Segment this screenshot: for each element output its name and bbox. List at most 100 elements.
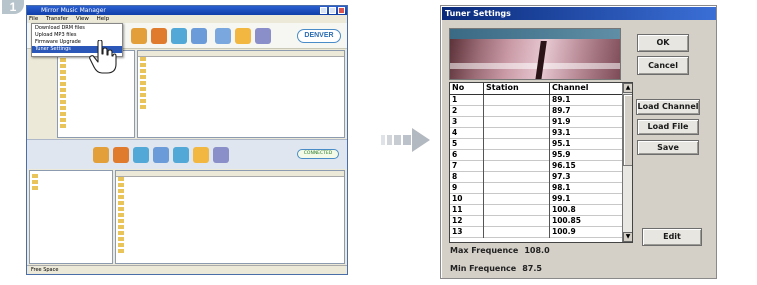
- minimize-icon[interactable]: [320, 7, 327, 14]
- table-row[interactable]: 12 100.85: [450, 216, 622, 227]
- menu-item-upload[interactable]: Upload MP3 files: [35, 32, 119, 39]
- dialog-title-bar: Tuner Settings: [442, 7, 716, 20]
- close-icon[interactable]: [338, 7, 345, 14]
- window-title-bar: Mirror Music Manager: [27, 6, 347, 15]
- transfer-icon[interactable]: [213, 147, 229, 163]
- cell-station: [484, 95, 550, 106]
- scroll-up-icon[interactable]: ▲: [623, 83, 632, 93]
- transfer-icon[interactable]: [133, 147, 149, 163]
- cell-station: [484, 172, 550, 183]
- cell-channel: 98.1: [552, 183, 571, 192]
- cell-no: 12: [450, 216, 484, 227]
- transfer-icon[interactable]: [193, 147, 209, 163]
- table-header: No Station Channel: [450, 83, 622, 95]
- scroll-thumb[interactable]: [623, 94, 632, 166]
- tool-icon[interactable]: [255, 28, 271, 44]
- cell-no: 11: [450, 205, 484, 216]
- menu-help[interactable]: Help: [97, 16, 110, 22]
- cell-channel: 96.15: [552, 161, 576, 170]
- cell-station: [484, 139, 550, 150]
- tool-icon[interactable]: [171, 28, 187, 44]
- column-header-no[interactable]: No: [450, 83, 484, 95]
- table-row[interactable]: 3 91.9: [450, 117, 622, 128]
- min-frequency-value: 87.5: [522, 264, 542, 273]
- table-row[interactable]: 8 97.3: [450, 172, 622, 183]
- table-row[interactable]: 1 89.1: [450, 95, 622, 106]
- channel-table[interactable]: No Station Channel 1 89.1 2 89.7 3 91.9 4 93.1 5…: [449, 82, 633, 243]
- cell-channel: 93.1: [552, 128, 571, 137]
- window-title: Mirror Music Manager: [41, 7, 106, 14]
- maximize-icon[interactable]: [329, 7, 336, 14]
- denver-logo: DENVER: [297, 29, 341, 43]
- file-list-lower[interactable]: [115, 170, 345, 264]
- folder-tree-lower[interactable]: [29, 170, 113, 264]
- cell-channel: 91.9: [552, 117, 571, 126]
- column-header-station[interactable]: Station: [484, 83, 550, 95]
- menu-view[interactable]: View: [76, 16, 89, 22]
- status-bar: Free Space: [27, 265, 347, 274]
- cell-station: [484, 128, 550, 139]
- cell-no: 13: [450, 227, 484, 238]
- max-frequency-value: 108.0: [524, 246, 550, 255]
- vertical-scrollbar[interactable]: ▲ ▼: [622, 83, 632, 242]
- list-item[interactable]: [138, 105, 344, 111]
- cell-no: 3: [450, 117, 484, 128]
- cell-no: 6: [450, 150, 484, 161]
- cell-station: [484, 194, 550, 205]
- transfer-icon[interactable]: [153, 147, 169, 163]
- table-row[interactable]: 9 98.1: [450, 183, 622, 194]
- table-body: 1 89.1 2 89.7 3 91.9 4 93.1 5 95.1 6 95.9 7 96.15 8 97.…: [450, 95, 622, 238]
- edit-button[interactable]: Edit: [642, 228, 702, 246]
- cell-channel: 100.85: [552, 216, 581, 225]
- table-row[interactable]: 11 100.8: [450, 205, 622, 216]
- cell-station: [484, 161, 550, 172]
- cell-channel: 95.1: [552, 139, 571, 148]
- cell-no: 9: [450, 183, 484, 194]
- cell-channel: 89.1: [552, 95, 571, 104]
- transfer-icon[interactable]: [93, 147, 109, 163]
- menu-transfer[interactable]: Transfer: [46, 16, 68, 22]
- tool-icon[interactable]: [235, 28, 251, 44]
- radio-banner-image: [449, 28, 621, 80]
- tool-icon[interactable]: [151, 28, 167, 44]
- transfer-icon[interactable]: [173, 147, 189, 163]
- menu-bar: File Transfer View Help: [27, 15, 347, 23]
- file-list-upper[interactable]: [137, 50, 345, 138]
- cell-channel: 100.8: [552, 205, 576, 214]
- menu-file[interactable]: File: [29, 16, 38, 22]
- menu-item-download[interactable]: Download DRM files: [35, 25, 119, 32]
- table-row[interactable]: 4 93.1: [450, 128, 622, 139]
- load-file-button[interactable]: Load File: [637, 119, 699, 135]
- cell-station: [484, 106, 550, 117]
- scroll-down-icon[interactable]: ▼: [623, 232, 632, 242]
- ok-button[interactable]: OK: [637, 34, 689, 52]
- transfer-icon[interactable]: [113, 147, 129, 163]
- table-row[interactable]: 10 99.1: [450, 194, 622, 205]
- save-button[interactable]: Save: [637, 140, 699, 155]
- cell-no: 10: [450, 194, 484, 205]
- table-row[interactable]: 6 95.9: [450, 150, 622, 161]
- cell-no: 2: [450, 106, 484, 117]
- table-row[interactable]: 2 89.7: [450, 106, 622, 117]
- cell-station: [484, 150, 550, 161]
- tool-icon[interactable]: [215, 28, 231, 44]
- cell-station: [484, 117, 550, 128]
- connect-button[interactable]: CONNECTED: [297, 149, 339, 159]
- tool-icon[interactable]: [131, 28, 147, 44]
- max-frequency-label: Max Frequence: [450, 246, 519, 255]
- tree-item[interactable]: [60, 123, 132, 129]
- cancel-button[interactable]: Cancel: [637, 56, 689, 75]
- column-header-channel[interactable]: Channel: [550, 83, 622, 95]
- cell-no: 5: [450, 139, 484, 150]
- tool-icon[interactable]: [191, 28, 207, 44]
- table-row[interactable]: 13 100.9: [450, 227, 622, 238]
- cell-station: [484, 216, 550, 227]
- table-row[interactable]: 5 95.1: [450, 139, 622, 150]
- load-channel-button[interactable]: Load Channel: [636, 99, 700, 115]
- dialog-title: Tuner Settings: [445, 9, 511, 18]
- tree-item[interactable]: [32, 185, 110, 191]
- list-item[interactable]: [116, 249, 344, 255]
- tuner-settings-dialog: Tuner Settings OK Cancel No Station Chan…: [440, 5, 717, 279]
- status-text: Free Space: [31, 267, 59, 273]
- table-row[interactable]: 7 96.15: [450, 161, 622, 172]
